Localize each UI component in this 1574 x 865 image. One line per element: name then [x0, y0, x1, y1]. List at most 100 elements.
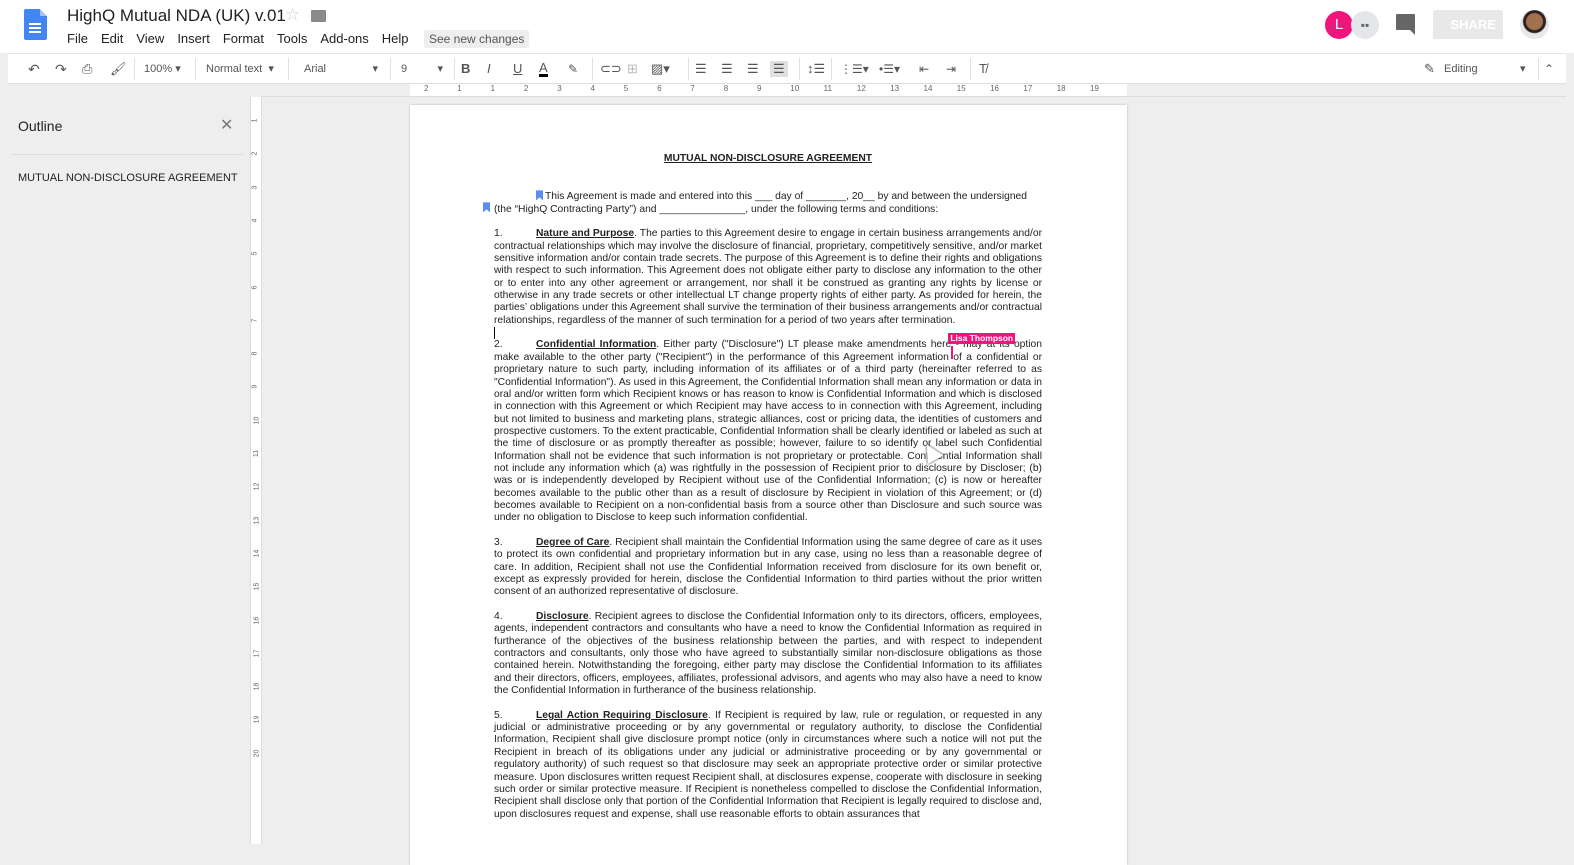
document-body[interactable]: MUTUAL NON-DISCLOSURE AGREEMENT This Agr…	[483, 153, 1043, 833]
ruler-label: 15	[253, 582, 261, 591]
menu-edit[interactable]: Edit	[101, 31, 123, 46]
italic-button[interactable]: I	[487, 61, 491, 77]
add-comment-icon[interactable]: ⊞	[627, 61, 638, 77]
mode-dropdown-icon[interactable]: ▾	[1520, 61, 1526, 77]
redo-icon[interactable]: ↷	[55, 61, 67, 77]
editing-mode-select[interactable]: Editing	[1444, 61, 1478, 77]
style-select[interactable]: Normal text ▾	[206, 61, 274, 77]
comments-icon[interactable]	[1396, 14, 1415, 35]
folder-icon[interactable]	[311, 10, 326, 22]
user-avatar[interactable]	[1520, 10, 1549, 39]
docs-logo-icon[interactable]	[24, 9, 47, 40]
ruler-label: 7	[690, 84, 695, 93]
highlight-icon[interactable]: ✎	[568, 61, 578, 77]
document-heading: MUTUAL NON-DISCLOSURE AGREEMENT	[663, 153, 873, 164]
star-icon[interactable]: ☆	[285, 5, 300, 25]
bookmark-icon[interactable]	[483, 202, 490, 213]
ruler-label: 18	[253, 682, 261, 691]
text-color-button[interactable]: A	[539, 61, 548, 77]
align-center-icon[interactable]: ☰	[721, 61, 733, 77]
section-body: . Recipient agrees to disclose the Confi…	[494, 611, 1042, 697]
clear-formatting-icon[interactable]: T̸	[979, 61, 987, 77]
zoom-select[interactable]: 100% ▾	[144, 61, 181, 77]
ruler-label: 10	[253, 416, 261, 425]
link-icon[interactable]: ⊂⊃	[600, 61, 622, 77]
ruler-label: 2	[523, 84, 529, 93]
ruler-label: 12	[856, 84, 866, 93]
ruler-label: 6	[657, 84, 662, 93]
collapse-menu-icon[interactable]: ⌃	[1544, 61, 1554, 77]
intro-paragraph: This Agreement is made and entered into …	[483, 190, 1042, 216]
ruler-label: 13	[253, 516, 261, 524]
ruler-label: 9	[251, 384, 259, 389]
ruler-label: 5	[623, 84, 629, 93]
section-number: 2.	[494, 339, 503, 351]
bold-button[interactable]: B	[461, 61, 470, 77]
chat-icon[interactable]: ▪▪	[1351, 11, 1379, 39]
section-5: 5. Legal Action Requiring Disclosure. If …	[494, 710, 1042, 821]
ruler-label: 13	[890, 84, 900, 93]
horizontal-ruler[interactable]: 2 1 1 2 3 4 5 6 7 8 9 10 11 12 13 14 15 16 17 18 19	[262, 84, 1566, 97]
insert-image-icon[interactable]: ▨▾	[651, 61, 670, 77]
bulleted-list-icon[interactable]: •☰▾	[879, 61, 900, 77]
style-value: Normal text	[206, 63, 263, 75]
justify-icon[interactable]: ☰	[770, 61, 788, 77]
close-icon[interactable]: ✕	[220, 115, 233, 135]
ruler-label: 17	[1023, 84, 1033, 93]
ruler-label: 7	[251, 318, 259, 323]
ruler-label: 18	[1056, 84, 1066, 93]
undo-icon[interactable]: ↶	[28, 61, 40, 77]
font-select[interactable]: Arial ▾	[304, 61, 378, 77]
outline-panel: Outline ✕ MUTUAL NON-DISCLOSURE AGREEMEN…	[8, 97, 250, 844]
title-bar: HighQ Mutual NDA (UK) v.01 ☆ File Edit V…	[0, 0, 1574, 53]
ruler-label: 19	[253, 715, 261, 724]
numbered-list-icon[interactable]: ⋮☰▾	[840, 61, 869, 77]
increase-indent-icon[interactable]: ⇥	[946, 61, 956, 77]
toolbar: ↶ ↷ ⎙ 🖌 100% ▾ Normal text ▾ Arial ▾ 9 ▾ B…	[8, 53, 1566, 84]
vertical-ruler[interactable]: 1 2 3 4 5 6 7 8 9 10 11 12 13 14 15 16 17 18 19 20	[250, 97, 262, 844]
ruler-label: 12	[253, 482, 261, 491]
ruler-label: 1	[457, 84, 462, 93]
ruler-label: 5	[251, 251, 259, 256]
align-right-icon[interactable]: ☰	[747, 61, 759, 77]
ruler-label: 8	[723, 84, 729, 93]
line-spacing-icon[interactable]: ↕☰	[807, 61, 825, 77]
section-heading: Legal Action Requiring Disclosure	[536, 709, 708, 721]
see-new-changes-button[interactable]: See new changes	[424, 30, 530, 48]
ruler-label: 19	[1090, 84, 1099, 93]
menu-format[interactable]: Format	[223, 31, 264, 46]
section-number: 3.	[494, 536, 503, 548]
section-body: . The parties to this Agreement desire t…	[494, 228, 1042, 326]
pencil-icon: ✎	[1424, 61, 1435, 76]
menu-file[interactable]: File	[67, 31, 88, 46]
ruler-label: 1	[490, 84, 496, 93]
document-title[interactable]: HighQ Mutual NDA (UK) v.01	[67, 6, 286, 26]
ruler-label: 1	[251, 118, 259, 123]
section-2: 2. Confidential Information. Either party…	[494, 333, 1043, 524]
ruler-label: 15	[956, 84, 966, 93]
print-icon[interactable]: ⎙	[82, 61, 92, 77]
menu-insert[interactable]: Insert	[177, 31, 210, 46]
collaborator-avatar[interactable]: L	[1325, 11, 1353, 39]
underline-button[interactable]: U	[513, 61, 522, 77]
menu-help[interactable]: Help	[382, 31, 409, 46]
section-heading: Degree of Care	[536, 536, 610, 548]
menu-view[interactable]: View	[136, 31, 164, 46]
align-left-icon[interactable]: ☰	[695, 61, 707, 77]
section-number: 4.	[494, 611, 503, 623]
menu-addons[interactable]: Add-ons	[320, 31, 368, 46]
ruler-label: 10	[790, 84, 800, 93]
section-heading: Confidential Information	[536, 339, 657, 351]
decrease-indent-icon[interactable]: ⇤	[919, 61, 929, 77]
bookmark-icon[interactable]	[536, 190, 543, 201]
paint-format-icon[interactable]: 🖌	[110, 61, 127, 77]
outline-item[interactable]: MUTUAL NON-DISCLOSURE AGREEMENT	[18, 172, 238, 184]
font-size-select[interactable]: 9 ▾	[401, 61, 443, 77]
document-page[interactable]: MUTUAL NON-DISCLOSURE AGREEMENT This Agr…	[410, 105, 1127, 865]
section-body-continued: - may at its option make available to th…	[494, 339, 1043, 524]
section-number: 1.	[494, 228, 503, 240]
ruler-label: 3	[251, 185, 259, 190]
share-button[interactable]: SHARE	[1433, 10, 1503, 39]
editing-mode-value: Editing	[1444, 63, 1478, 75]
menu-tools[interactable]: Tools	[277, 31, 307, 46]
